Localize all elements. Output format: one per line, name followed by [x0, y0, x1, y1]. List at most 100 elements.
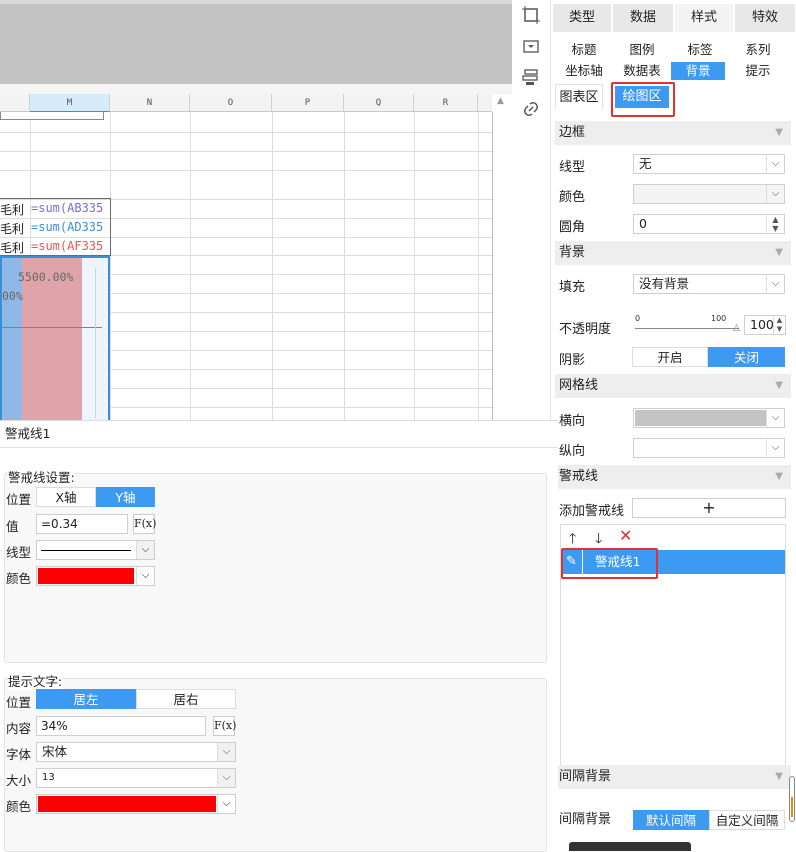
chart-label: 00%	[2, 289, 23, 303]
section-alert-label: 警戒线	[559, 469, 599, 484]
add-alert-label: 添加警戒线	[559, 504, 625, 519]
column-header-n[interactable]: N	[110, 94, 190, 112]
section-background[interactable]: 背景 ▼	[555, 241, 791, 265]
radius-label: 圆角	[559, 220, 586, 235]
chart-label: 5500.00%	[18, 270, 74, 284]
content-input[interactable]: 34%	[36, 716, 206, 736]
chevron-down-icon: ⌵	[766, 155, 784, 173]
vertical-grid-color[interactable]: ⌵	[633, 438, 785, 458]
stepper-icon[interactable]: ▲ ▼	[766, 215, 784, 233]
subtab-tooltip[interactable]: 提示	[729, 62, 787, 80]
color-label: 颜色	[559, 190, 586, 205]
tab-type[interactable]: 类型	[553, 4, 611, 32]
tab-data[interactable]: 数据	[613, 4, 673, 32]
fill-select[interactable]: 没有背景 ⌵	[633, 274, 785, 294]
opacity-input[interactable]: 100 ▲ ▼	[744, 315, 786, 335]
chevron-down-icon: ▼	[775, 380, 783, 391]
size-select[interactable]: 13 ⌵	[36, 768, 236, 788]
canvas-gap	[0, 84, 512, 94]
subtab-background[interactable]: 背景	[671, 62, 725, 80]
delete-icon[interactable]: ✕	[619, 526, 632, 545]
section-background-label: 背景	[559, 245, 586, 260]
stripe-label: 间隔背景	[559, 812, 612, 827]
section-stripe[interactable]: 间隔背景 ▼	[555, 765, 791, 789]
highlight-box	[611, 82, 675, 117]
subtab-axis[interactable]: 坐标轴	[555, 62, 613, 80]
size-label: 大小	[6, 773, 32, 788]
embedded-chart[interactable]: 5500.00% 00%	[0, 256, 110, 420]
fill-value: 没有背景	[639, 276, 690, 291]
font-select[interactable]: 宋体 ⌵	[36, 742, 236, 762]
add-alert-button[interactable]: +	[632, 498, 786, 518]
frame-icon[interactable]	[522, 6, 540, 24]
cell-selection	[0, 198, 111, 256]
shadow-on-toggle[interactable]: 开启	[632, 347, 708, 367]
column-header-r[interactable]: R	[414, 94, 478, 112]
column-header-o[interactable]: O	[190, 94, 272, 112]
border-color-picker[interactable]: ⌵	[633, 184, 785, 204]
section-grid-label: 网格线	[559, 378, 599, 393]
formula-button[interactable]: F(x)	[213, 716, 236, 736]
chevron-down-icon: ⌵	[136, 567, 154, 585]
stepper-icon[interactable]: ▲ ▼	[773, 316, 785, 334]
spreadsheet[interactable]: M N O P Q R 毛利 =sum(AB335 毛利 =sum(AD335 …	[0, 94, 510, 420]
line-color-picker[interactable]: ⌵	[36, 566, 155, 586]
scrollbar[interactable]	[789, 776, 795, 822]
line-type-label: 线型	[6, 545, 32, 560]
section-grid[interactable]: 网格线 ▼	[555, 374, 791, 398]
x-axis-toggle[interactable]: X轴	[36, 487, 96, 507]
size-value: 13	[42, 772, 55, 783]
alert-settings-title: 警戒线设置:	[8, 467, 75, 486]
value-input[interactable]: =0.34	[36, 514, 128, 534]
line-type-select[interactable]: 无 ⌵	[633, 154, 785, 174]
subtab-legend[interactable]: 图例	[613, 41, 671, 59]
horizontal-grid-color[interactable]: ⌵	[633, 408, 785, 428]
section-alert-line[interactable]: 警戒线 ▼	[555, 465, 791, 489]
link-icon[interactable]	[522, 100, 540, 118]
column-header-m[interactable]: M	[30, 94, 110, 112]
radius-input[interactable]: 0 ▲ ▼	[633, 214, 785, 234]
formula-button[interactable]: F(x)	[133, 514, 156, 534]
opacity-slider[interactable]	[635, 328, 739, 329]
section-border[interactable]: 边框 ▼	[555, 121, 791, 145]
custom-stripe-toggle[interactable]: 自定义间隔	[709, 810, 785, 830]
chevron-down-icon: ▼	[775, 127, 783, 138]
chevron-down-icon: ⌵	[766, 185, 784, 203]
shadow-off-toggle[interactable]: 关闭	[708, 347, 785, 367]
chevron-down-icon: ⌵	[136, 541, 154, 559]
font-label: 字体	[6, 747, 32, 762]
subtab-datatable[interactable]: 数据表	[613, 62, 671, 80]
chevron-down-icon: ▼	[775, 247, 783, 258]
tab-effects[interactable]: 特效	[735, 4, 795, 32]
y-axis-toggle[interactable]: Y轴	[96, 487, 155, 507]
color-swatch	[38, 796, 216, 812]
tab-chart-area[interactable]: 图表区	[555, 84, 603, 110]
subtab-title[interactable]: 标题	[555, 41, 613, 59]
slider-handle[interactable]: △	[733, 323, 740, 333]
line-type-select[interactable]: ⌵	[36, 540, 155, 560]
default-stripe-toggle[interactable]: 默认间隔	[633, 810, 709, 830]
shadow-label: 阴影	[559, 353, 586, 368]
tip-color-picker[interactable]: ⌵	[36, 794, 236, 814]
color-swatch	[38, 568, 134, 584]
chevron-down-icon: ⌵	[766, 439, 784, 457]
chevron-down-icon: ⌵	[217, 795, 235, 813]
tab-style[interactable]: 样式	[675, 4, 733, 32]
canvas-background	[0, 0, 512, 84]
layers-icon[interactable]	[522, 68, 540, 86]
tip-text-title: 提示文字:	[8, 671, 63, 690]
align-right-toggle[interactable]: 居右	[136, 689, 236, 709]
column-header-q[interactable]: Q	[344, 94, 414, 112]
tooltip-bar	[569, 842, 691, 851]
subtab-label[interactable]: 标签	[671, 41, 729, 59]
highlight-box	[561, 548, 658, 579]
column-header-p[interactable]: P	[272, 94, 344, 112]
merged-cell[interactable]	[0, 112, 104, 120]
dropdown-box-icon[interactable]	[522, 38, 540, 56]
opacity-value: 100	[750, 317, 774, 332]
subtab-series[interactable]: 系列	[729, 41, 787, 59]
scroll-up-icon[interactable]: ▲	[497, 96, 507, 106]
horizontal-label: 横向	[559, 414, 586, 429]
align-left-toggle[interactable]: 居左	[36, 689, 136, 709]
chevron-down-icon: ⌵	[217, 743, 235, 761]
